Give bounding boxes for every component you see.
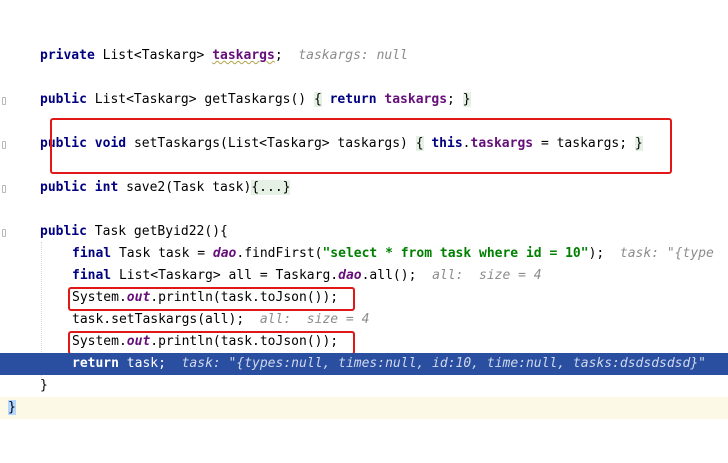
- code-text: task.setTaskargs(all);: [72, 312, 245, 327]
- highlight-box-println-1: [68, 287, 355, 311]
- debug-inline-value: all: size = 4: [432, 268, 542, 283]
- code-text: List<Taskarg> all = Taskarg.: [118, 268, 339, 283]
- string-literal: "select * from task where id = 10": [322, 246, 589, 261]
- keyword: int: [94, 180, 119, 195]
- code-line-close-class[interactable]: }: [0, 397, 728, 419]
- code-line-final-task[interactable]: final Task task = dao.findFirst("select …: [0, 243, 728, 265]
- code-line-final-all[interactable]: final List<Taskarg> all = Taskarg.dao.al…: [0, 265, 728, 287]
- highlight-box-println-2: [68, 331, 355, 355]
- code-line-getbyid22[interactable]: public Task getByid22(){: [0, 221, 728, 243]
- method-signature: Task getByid22(){: [94, 224, 228, 239]
- code-text: );: [588, 246, 605, 261]
- closing-brace: }: [40, 378, 48, 393]
- semicolon: ;: [274, 48, 283, 63]
- static-field: dao: [212, 246, 237, 261]
- field-name: taskargs: [384, 92, 448, 107]
- keyword: final: [72, 268, 112, 283]
- code-line-execution-point[interactable]: return task; task: "{types:null, times:n…: [0, 353, 728, 375]
- code-line-save2[interactable]: public int save2(Task task){...}: [0, 177, 728, 199]
- keyword: return: [72, 356, 119, 371]
- keyword: public: [40, 92, 87, 107]
- highlight-box-setter: [50, 118, 672, 174]
- keyword: private: [40, 48, 95, 63]
- code-text: Task task =: [118, 246, 213, 261]
- debug-inline-value: taskargs: null: [298, 48, 408, 63]
- code-text: task;: [118, 356, 166, 371]
- code-line-close-method[interactable]: }: [0, 375, 728, 397]
- field-name: taskargs: [212, 48, 275, 63]
- code-line-getter[interactable]: public List<Taskarg> getTaskargs() { ret…: [0, 89, 728, 111]
- type-name: List<Taskarg>: [102, 48, 205, 63]
- keyword: return: [329, 92, 377, 107]
- type-name: List<Taskarg>: [94, 92, 197, 107]
- folded-code-block[interactable]: {...}: [251, 180, 291, 195]
- debug-inline-value: task: "{type: [619, 246, 714, 261]
- method-signature: getTaskargs(): [204, 92, 307, 107]
- code-line-set-taskargs-call[interactable]: task.setTaskargs(all); all: size = 4: [0, 309, 728, 331]
- code-editor[interactable]: private List<Taskarg> taskargs; taskargs…: [0, 0, 728, 430]
- code-text: .findFirst(: [236, 246, 323, 261]
- keyword: final: [72, 246, 112, 261]
- folded-brace[interactable]: }: [462, 92, 471, 107]
- keyword: public: [40, 224, 87, 239]
- debug-inline-value: task: "{types:null, times:null, id:10, t…: [181, 356, 706, 371]
- keyword: public: [40, 180, 87, 195]
- debug-inline-value: all: size = 4: [259, 312, 370, 327]
- folded-brace[interactable]: {: [313, 92, 322, 107]
- closing-brace: }: [8, 400, 16, 415]
- method-signature: save2(Task task): [126, 180, 252, 195]
- static-field: dao: [338, 268, 362, 283]
- semicolon: ;: [447, 92, 455, 107]
- code-line-field-declaration[interactable]: private List<Taskarg> taskargs; taskargs…: [0, 45, 728, 67]
- code-text: .all();: [361, 268, 417, 283]
